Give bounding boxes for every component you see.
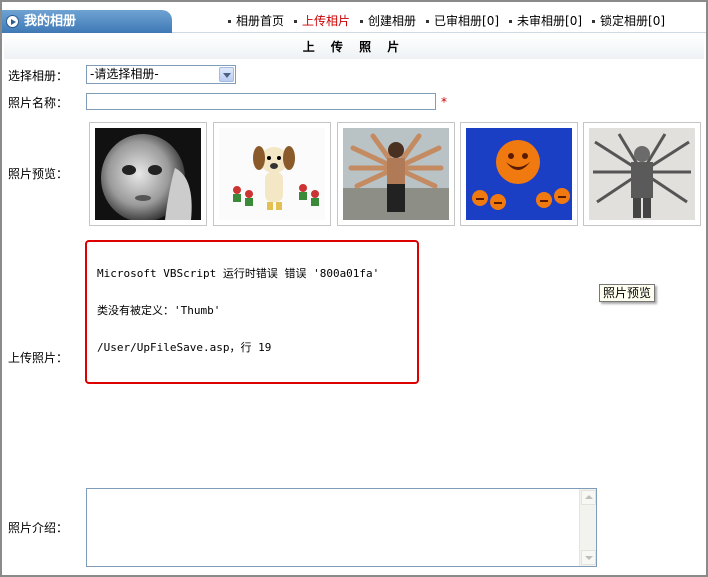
error-line-2: 类没有被定义：'Thumb': [97, 304, 221, 317]
nav-create-album[interactable]: 创建相册: [356, 12, 422, 30]
photo-preview-label: 照片预览：: [8, 167, 69, 181]
carved-oranges-photo: [466, 128, 572, 220]
nav-unapproved-albums[interactable]: 未审相册[0]: [505, 12, 588, 30]
nav-approved-albums[interactable]: 已审相册[0]: [422, 12, 505, 30]
cartoon-dog-photo: [219, 128, 325, 220]
my-album-tab[interactable]: 我的相册: [2, 10, 172, 33]
bullet-icon: [592, 20, 596, 23]
nav-album-home[interactable]: 相册首页: [224, 12, 290, 30]
thumbnail-oranges[interactable]: [460, 122, 578, 226]
album-select[interactable]: -请选择相册-: [86, 65, 236, 84]
select-album-label: 选择相册：: [8, 69, 69, 83]
many-arms-man-photo: [343, 128, 449, 220]
thumbnail-baby[interactable]: [89, 122, 207, 226]
chevron-down-icon[interactable]: [219, 67, 234, 82]
textarea-scrollbar[interactable]: [579, 489, 596, 566]
photo-intro-textarea[interactable]: [86, 488, 597, 567]
photo-name-label: 照片名称：: [8, 96, 69, 110]
album-nav: 相册首页 上传相片 创建相册 已审相册[0] 未审相册[0] 锁定相册[0]: [224, 12, 671, 30]
soldier-guns-photo: [589, 128, 695, 220]
scroll-up-icon[interactable]: [581, 490, 596, 505]
error-line-1: Microsoft VBScript 运行时错误 错误 '800a01fa': [97, 267, 380, 280]
bullet-icon: [426, 20, 430, 23]
photo-intro-label: 照片介绍：: [8, 521, 69, 535]
thumbnail-arms[interactable]: [337, 122, 455, 226]
upload-photo-label: 上传照片：: [8, 351, 69, 365]
required-mark: *: [441, 95, 447, 109]
page-title: 上 传 照 片: [4, 35, 704, 59]
bullet-icon: [509, 20, 513, 23]
bullet-icon: [360, 20, 364, 23]
thumbnail-soldier[interactable]: [583, 122, 701, 226]
nav-locked-albums[interactable]: 锁定相册[0]: [588, 12, 671, 30]
baby-photo: [95, 128, 201, 220]
bullet-icon: [228, 20, 231, 23]
scroll-down-icon[interactable]: [581, 550, 596, 565]
arrow-circle-icon: [6, 15, 19, 28]
thumbnail-dog[interactable]: [213, 122, 331, 226]
preview-tooltip: 照片预览: [599, 284, 656, 302]
error-message-box: Microsoft VBScript 运行时错误 错误 '800a01fa' 类…: [85, 240, 419, 384]
my-album-label: 我的相册: [24, 14, 77, 29]
error-line-3: /User/UpFileSave.asp，行 19: [97, 341, 272, 354]
bullet-icon: [294, 20, 298, 23]
top-bar: 我的相册 相册首页 上传相片 创建相册 已审相册[0] 未审相册[0] 锁定相册…: [2, 2, 706, 33]
album-select-value: -请选择相册-: [90, 67, 159, 81]
nav-upload-photo[interactable]: 上传相片: [290, 12, 357, 30]
photo-name-input[interactable]: [86, 93, 436, 110]
app-window: 我的相册 相册首页 上传相片 创建相册 已审相册[0] 未审相册[0] 锁定相册…: [0, 0, 708, 577]
